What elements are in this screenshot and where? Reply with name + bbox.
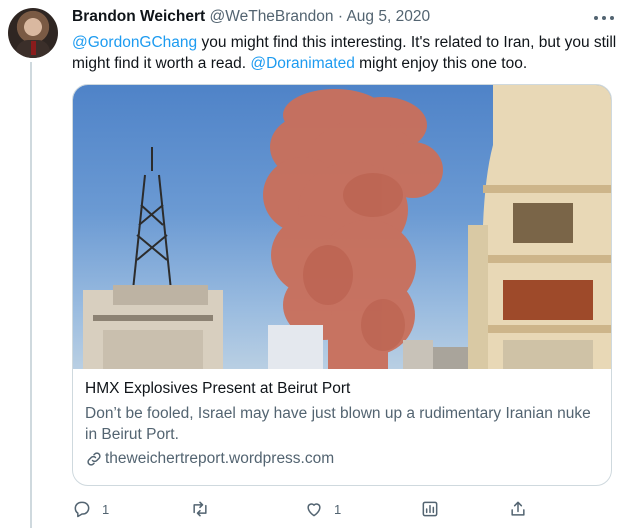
- avatar-tie: [31, 41, 36, 55]
- author-name[interactable]: Brandon Weichert: [72, 8, 205, 25]
- retweet-button[interactable]: [190, 494, 220, 524]
- share-icon: [511, 501, 525, 516]
- link-card[interactable]: HMX Explosives Present at Beirut Port Do…: [72, 84, 612, 486]
- retweet-icon: [193, 501, 207, 517]
- mention-doranimated[interactable]: @Doranimated: [250, 55, 354, 72]
- reply-count: 1: [102, 501, 110, 517]
- reply-button[interactable]: 1: [72, 494, 109, 524]
- analytics-icon: [422, 501, 438, 517]
- analytics-button[interactable]: [420, 494, 440, 524]
- tweet-text: @GordonGChang you might find this intere…: [72, 32, 617, 74]
- card-image[interactable]: [73, 85, 611, 369]
- like-button[interactable]: 1: [304, 494, 341, 524]
- tweet-text-part-2: might enjoy this one too.: [354, 55, 528, 72]
- like-icon: [307, 503, 321, 517]
- card-link[interactable]: theweichertreport.wordpress.com: [85, 449, 599, 469]
- card-description: Don’t be fooled, Israel may have just bl…: [85, 405, 591, 443]
- more-icon[interactable]: [594, 9, 614, 27]
- explosion-photo: [83, 85, 611, 369]
- avatar[interactable]: [8, 8, 58, 58]
- reply-icon: [74, 501, 90, 518]
- like-count: 1: [334, 501, 342, 517]
- thread-line: [30, 62, 32, 528]
- tweet-header: Brandon Weichert @WeTheBrandon · Aug 5, …: [72, 8, 572, 30]
- card-link-text[interactable]: theweichertreport.wordpress.com: [105, 449, 334, 469]
- author-handle[interactable]: @WeTheBrandon: [210, 8, 334, 25]
- tweet-date[interactable]: Aug 5, 2020: [346, 8, 430, 25]
- link-icon: [87, 452, 101, 466]
- header-separator: ·: [337, 8, 344, 25]
- card-title[interactable]: HMX Explosives Present at Beirut Port: [85, 379, 599, 401]
- mention-gordongchang[interactable]: @GordonGChang: [72, 34, 197, 51]
- share-button[interactable]: [508, 494, 528, 524]
- action-bar: 1 1: [72, 494, 612, 524]
